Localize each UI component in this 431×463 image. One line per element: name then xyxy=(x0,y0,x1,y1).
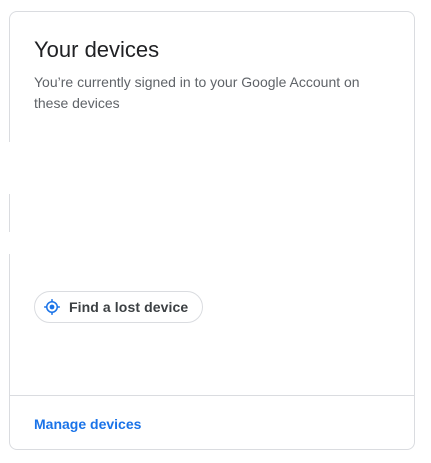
card-edge-gap xyxy=(9,142,11,194)
find-lost-device-label: Find a lost device xyxy=(69,299,189,315)
footer-divider xyxy=(10,395,414,396)
card-description: You’re currently signed in to your Googl… xyxy=(34,74,360,111)
manage-devices-link[interactable]: Manage devices xyxy=(34,414,141,434)
find-lost-device-button[interactable]: Find a lost device xyxy=(34,291,204,323)
devices-card: Your devices You’re currently signed in … xyxy=(9,11,415,450)
card-title: Your devices xyxy=(34,37,160,62)
card-edge-gap xyxy=(9,232,11,254)
locate-icon xyxy=(43,298,61,316)
